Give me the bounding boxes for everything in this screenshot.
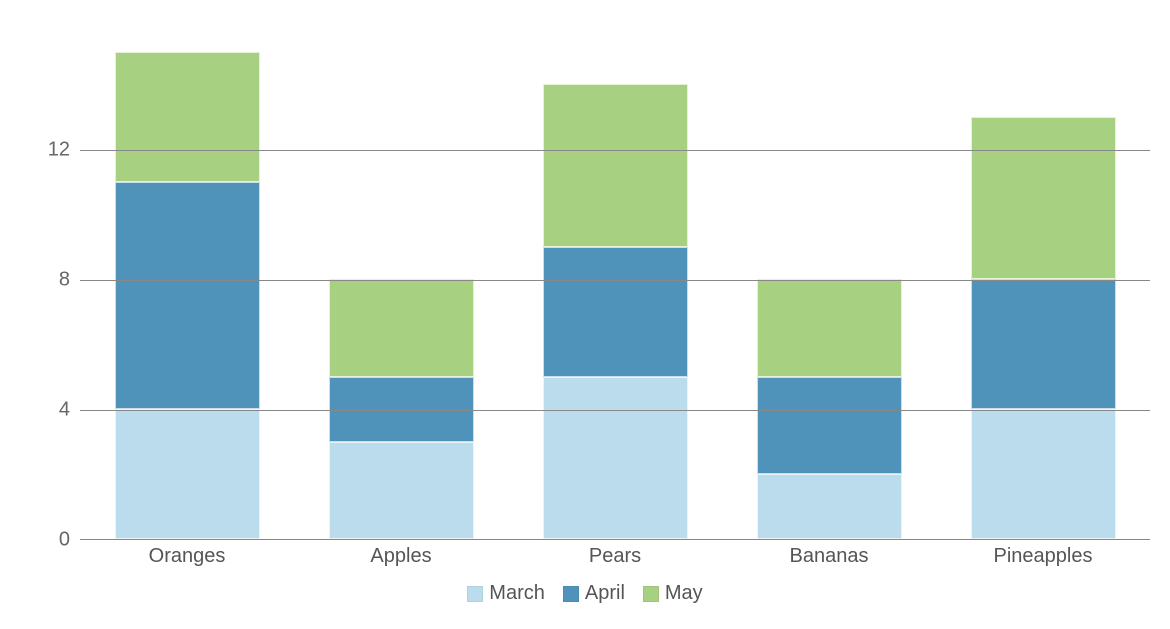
legend-item-april[interactable]: April bbox=[563, 582, 625, 605]
legend-swatch-may bbox=[643, 586, 659, 602]
legend-swatch-april bbox=[563, 586, 579, 602]
xlabel-apples: Apples bbox=[329, 545, 474, 568]
bar-oranges[interactable] bbox=[115, 52, 260, 540]
bar-apples-april bbox=[329, 377, 474, 442]
legend-item-may[interactable]: May bbox=[643, 582, 703, 605]
xlabel-oranges: Oranges bbox=[115, 545, 260, 568]
legend-swatch-march bbox=[467, 586, 483, 602]
bar-bananas-april bbox=[757, 377, 902, 475]
bar-bananas-may bbox=[757, 279, 902, 377]
bar-apples[interactable] bbox=[329, 279, 474, 539]
xlabel-pineapples: Pineapples bbox=[971, 545, 1116, 568]
x-axis-labels: Oranges Apples Pears Bananas Pineapples bbox=[80, 545, 1150, 568]
bar-oranges-april bbox=[115, 182, 260, 410]
legend-label-april: April bbox=[585, 582, 625, 605]
bar-pineapples-april bbox=[971, 279, 1116, 409]
bar-apples-march bbox=[329, 442, 474, 540]
gridline bbox=[80, 280, 1150, 281]
bar-pineapples-may bbox=[971, 117, 1116, 280]
y-tick-label: 12 bbox=[30, 139, 70, 162]
bar-oranges-march bbox=[115, 409, 260, 539]
legend: March April May bbox=[0, 582, 1170, 605]
xlabel-pears: Pears bbox=[543, 545, 688, 568]
y-tick-label: 4 bbox=[30, 399, 70, 422]
bar-pears-april bbox=[543, 247, 688, 377]
bar-pineapples[interactable] bbox=[971, 117, 1116, 540]
plot-area: 04812 bbox=[80, 20, 1150, 540]
bar-bananas[interactable] bbox=[757, 279, 902, 539]
bar-bananas-march bbox=[757, 474, 902, 539]
bar-pineapples-march bbox=[971, 409, 1116, 539]
bar-oranges-may bbox=[115, 52, 260, 182]
bar-pears[interactable] bbox=[543, 84, 688, 539]
legend-item-march[interactable]: March bbox=[467, 582, 545, 605]
bar-pears-may bbox=[543, 84, 688, 247]
y-tick-label: 0 bbox=[30, 529, 70, 552]
xlabel-bananas: Bananas bbox=[757, 545, 902, 568]
legend-label-march: March bbox=[489, 582, 545, 605]
gridline bbox=[80, 150, 1150, 151]
stacked-bar-chart: 04812 Oranges Apples Pears Bananas Pinea… bbox=[0, 0, 1170, 629]
legend-label-may: May bbox=[665, 582, 703, 605]
bar-apples-may bbox=[329, 279, 474, 377]
y-tick-label: 8 bbox=[30, 269, 70, 292]
bar-pears-march bbox=[543, 377, 688, 540]
gridline bbox=[80, 410, 1150, 411]
